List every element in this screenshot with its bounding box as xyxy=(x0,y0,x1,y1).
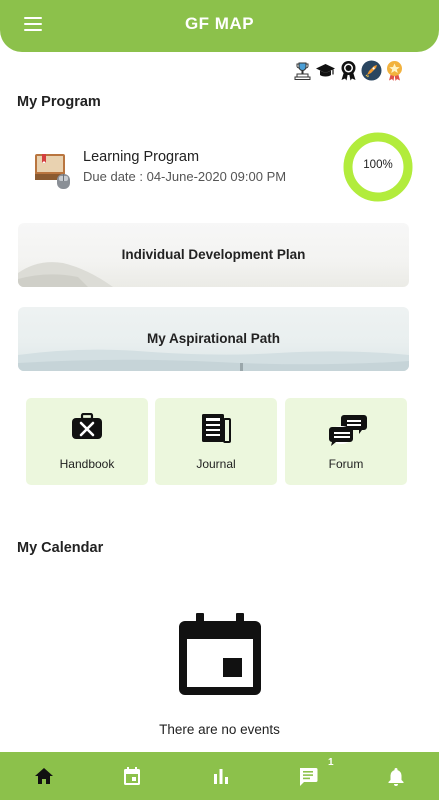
journal-label: Journal xyxy=(196,457,236,471)
chat-bubbles-icon xyxy=(329,415,367,446)
my-aspirational-path-banner[interactable]: My Aspirational Path xyxy=(18,307,409,371)
app-screen: GF MAP My Program Learning Program Due d… xyxy=(0,0,439,800)
handbook-tile[interactable]: Handbook xyxy=(26,398,148,485)
individual-development-plan-banner[interactable]: Individual Development Plan xyxy=(18,223,409,287)
calendar-empty-icon xyxy=(179,613,261,695)
my-calendar-heading: My Calendar xyxy=(17,540,104,556)
chat-icon[interactable] xyxy=(298,766,318,786)
home-icon[interactable] xyxy=(34,766,54,786)
achievement-badges xyxy=(292,60,405,81)
bottom-navigation-bar xyxy=(0,752,439,800)
my-program-heading: My Program xyxy=(17,94,101,110)
stats-icon[interactable] xyxy=(211,766,231,786)
path-banner-label: My Aspirational Path xyxy=(146,331,281,346)
rocket-badge-icon[interactable] xyxy=(361,60,382,81)
graduation-cap-badge-icon[interactable] xyxy=(315,60,336,81)
program-due-date: Due date : 04-June-2020 09:00 PM xyxy=(83,169,287,184)
book-mouse-icon xyxy=(35,154,70,189)
forum-tile[interactable]: Forum xyxy=(285,398,407,485)
chat-unread-badge: 1 xyxy=(328,757,334,768)
trophy-badge-icon[interactable] xyxy=(292,60,313,81)
star-medal-badge-icon[interactable] xyxy=(384,60,405,81)
forum-label: Forum xyxy=(328,457,364,471)
newspaper-icon xyxy=(202,414,231,443)
rosette-badge-icon[interactable] xyxy=(338,60,359,81)
toolbox-icon xyxy=(72,413,102,439)
handbook-label: Handbook xyxy=(59,457,115,471)
program-name: Learning Program xyxy=(83,149,200,165)
journal-tile[interactable]: Journal xyxy=(155,398,277,485)
bell-icon[interactable] xyxy=(386,766,406,786)
no-events-message: There are no events xyxy=(159,722,280,737)
progress-percent: 100% xyxy=(363,159,393,171)
idp-banner-label: Individual Development Plan xyxy=(121,247,306,262)
top-app-bar: GF MAP xyxy=(0,0,439,52)
learning-program-card[interactable]: Learning Program Due date : 04-June-2020… xyxy=(33,132,418,202)
app-title: GF MAP xyxy=(184,14,255,33)
calendar-icon[interactable] xyxy=(122,766,142,786)
